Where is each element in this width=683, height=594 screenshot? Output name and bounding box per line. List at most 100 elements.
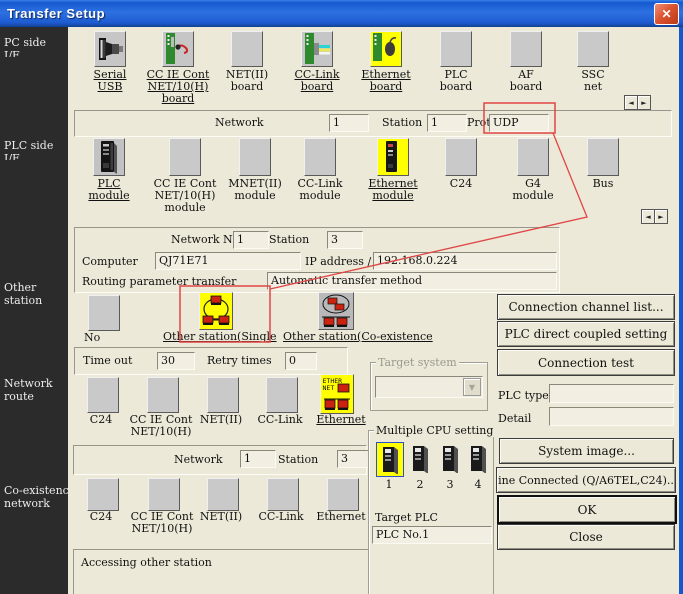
coex-item-ccie[interactable] <box>148 478 180 511</box>
other-station-item-no[interactable] <box>88 295 120 331</box>
other-station-single-label[interactable]: Other station(Single <box>163 330 277 343</box>
route-item-ccie[interactable] <box>147 377 179 413</box>
ethernet-board-icon <box>370 31 402 67</box>
cpu-3-number: 3 <box>437 478 463 491</box>
coex-ethernet-icon <box>327 478 359 511</box>
pc-side-item-ssc-net[interactable]: SSCnet <box>560 31 626 93</box>
pc-side-item-cclink-board[interactable]: CC-Linkboard <box>284 31 350 93</box>
pc-side-scroll-left-button[interactable]: ◄ <box>624 95 638 110</box>
protocol-bar: Network 1 Station 1 Protocol UDP <box>74 110 672 137</box>
no-other-station-icon <box>88 295 120 331</box>
cpu-3-icon[interactable] <box>437 442 463 475</box>
timeout-field[interactable]: 30 <box>157 352 195 370</box>
ccie-board-icon <box>162 31 194 67</box>
scroll-right-icon: ► <box>658 213 663 221</box>
coex-item-c24[interactable] <box>87 478 119 511</box>
target-plc-label: Target PLC <box>375 511 438 524</box>
plc-side-item-cclink-module[interactable]: CC-Linkmodule <box>287 138 353 202</box>
coex-cclink-icon <box>267 478 299 511</box>
routing-parameter-field[interactable]: Automatic transfer method <box>267 272 557 290</box>
protocol-value-field[interactable]: UDP <box>489 114 549 132</box>
system-image-button[interactable]: System image... <box>499 438 674 464</box>
coex-network-label: Network <box>174 453 223 466</box>
pc-side-item-serial-usb[interactable]: SerialUSB <box>77 31 143 93</box>
target-plc-field[interactable]: PLC No.1 <box>372 526 492 544</box>
plc-side-item-plc-module[interactable]: PLCmodule <box>76 138 142 202</box>
target-system-group: Target system ▼ <box>370 362 488 411</box>
network-no-field[interactable]: 1 <box>233 231 269 249</box>
coex-item-netii[interactable] <box>207 478 239 511</box>
pc-side-item-ethernet-board[interactable]: Ethernetboard <box>353 31 419 93</box>
station-value-field[interactable]: 1 <box>427 114 467 132</box>
multiple-cpu-group: Multiple CPU setting 1 2 3 4 Target PLC … <box>368 430 494 594</box>
cpu-2-number: 2 <box>407 478 433 491</box>
ok-button[interactable]: OK <box>497 495 677 524</box>
plc-direct-coupled-setting-button[interactable]: PLC direct coupled setting <box>497 321 675 347</box>
connection-channel-list-button[interactable]: Connection channel list... <box>497 294 675 320</box>
status-message: Accessing other station <box>81 556 212 569</box>
pc-side-scroll-right-button[interactable]: ► <box>637 95 651 110</box>
route-item-ethernet[interactable]: ETHERNET <box>320 374 354 414</box>
bus-icon <box>587 138 619 176</box>
computer-field[interactable]: QJ71E71 <box>155 252 301 270</box>
coex-item-ethernet[interactable] <box>327 478 359 511</box>
plc-side-item-ccie-module[interactable]: CC IE ContNET/10(H)module <box>152 138 218 214</box>
c24-module-icon <box>445 138 477 176</box>
coex-network-field[interactable]: 1 <box>240 450 276 468</box>
close-icon: ✕ <box>661 7 671 21</box>
cpu-2-icon[interactable] <box>407 442 433 475</box>
pc-side-item-netii-board[interactable]: NET(II)board <box>214 31 280 93</box>
coex-station-field[interactable]: 3 <box>337 450 370 468</box>
detail-field <box>549 407 674 426</box>
window-right-edge <box>679 27 683 594</box>
plc-side-item-g4-module[interactable]: G4module <box>500 138 566 202</box>
no-other-station-label[interactable]: No <box>84 331 100 344</box>
detail-label: Detail <box>498 412 531 425</box>
station-no-label: Station <box>269 233 309 246</box>
other-station-coexistence-label[interactable]: Other station(Co-existence <box>283 330 433 343</box>
plc-board-icon <box>440 31 472 67</box>
other-station-item-coexistence[interactable] <box>318 292 354 330</box>
sidebar-label-plc-side: PLC sideI/F <box>4 139 70 160</box>
svg-text:NET: NET <box>323 384 335 392</box>
title-bar: Transfer Setup ✕ <box>0 0 683 27</box>
line-connected-button[interactable]: ine Connected (Q/A6TEL,C24).. <box>496 467 676 493</box>
other-station-item-single[interactable] <box>199 292 233 330</box>
sidebar-label-pc-side: PC sideI/F <box>4 36 70 57</box>
close-button[interactable]: Close <box>497 524 675 550</box>
netii-board-icon <box>231 31 263 67</box>
cpu-4-icon[interactable] <box>465 442 491 475</box>
window-title: Transfer Setup <box>0 6 105 21</box>
route-item-c24[interactable] <box>87 377 119 413</box>
coex-item-cclink[interactable] <box>267 478 299 511</box>
target-system-dropdown[interactable]: ▼ <box>375 376 483 398</box>
route-ccie-icon <box>147 377 179 413</box>
cpu-1-icon[interactable] <box>376 442 404 477</box>
plc-side-item-bus[interactable]: Bus <box>570 138 636 190</box>
network-label: Network <box>215 116 264 129</box>
plc-side-scroll-left-button[interactable]: ◄ <box>641 209 655 224</box>
pc-side-item-af-board[interactable]: AFboard <box>493 31 559 93</box>
plc-side-scroll-right-button[interactable]: ► <box>654 209 668 224</box>
cclink-module-icon <box>304 138 336 176</box>
plc-side-item-c24[interactable]: C24 <box>428 138 494 190</box>
network-no-label: Network No <box>171 233 239 246</box>
coex-station-label: Station <box>278 453 318 466</box>
plc-side-item-mnetii-module[interactable]: MNET(II)module <box>222 138 288 202</box>
close-window-button[interactable]: ✕ <box>654 3 679 25</box>
other-station-coexistence-icon <box>318 292 354 330</box>
connection-test-button[interactable]: Connection test <box>497 349 675 376</box>
scroll-left-icon: ◄ <box>645 213 650 221</box>
pc-side-item-plc-board[interactable]: PLCboard <box>423 31 489 93</box>
station-no-field[interactable]: 3 <box>327 231 363 249</box>
network-value-field[interactable]: 1 <box>329 114 369 132</box>
plc-side-item-ethernet-module[interactable]: Ethernetmodule <box>360 138 426 202</box>
multiple-cpu-title: Multiple CPU setting <box>374 424 495 437</box>
route-item-netii[interactable] <box>207 377 239 413</box>
routing-parameter-label: Routing parameter transfer <box>82 275 236 288</box>
pc-side-item-ccie-board[interactable]: CC IE ContNET/10(H)board <box>145 31 211 105</box>
other-station-single-icon <box>199 292 233 330</box>
retry-times-field[interactable]: 0 <box>285 352 317 370</box>
route-item-cclink[interactable] <box>266 377 298 413</box>
ip-address-field[interactable]: 192.168.0.224 <box>373 252 557 270</box>
